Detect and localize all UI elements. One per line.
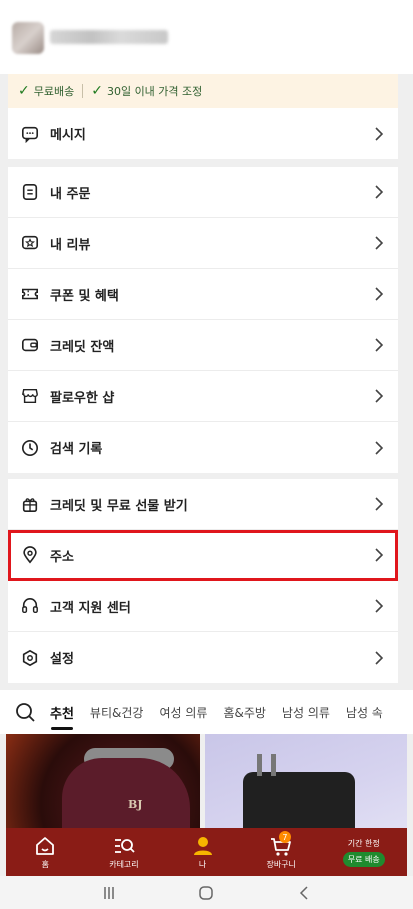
charger-prong [271,754,276,776]
tab-beauty-health[interactable]: 뷰티&건강 [90,704,144,721]
chevron-right-icon [375,389,384,403]
message-icon [20,124,40,144]
recent-apps-icon[interactable] [101,885,117,901]
check-icon: ✓ [18,83,30,99]
boot-logo: BJ [128,798,143,811]
tab-recommended[interactable]: 추천 [50,703,74,730]
location-pin-icon [20,545,40,565]
chevron-right-icon [375,440,384,455]
product-card-boot[interactable]: BJ [6,734,200,834]
chevron-right-icon [375,236,384,250]
chevron-right-icon [375,338,384,352]
headset-icon [20,596,40,616]
menu-label: 설정 [50,652,74,667]
category-search-icon [114,838,135,853]
menu-item-credit[interactable]: 크레딧 잔액 [8,320,398,371]
system-nav-bar [0,876,413,909]
nav-limited-promo[interactable]: 기간 한정 무료 배송 [321,828,407,876]
menu-item-reviews[interactable]: 내 리뷰 [8,218,398,269]
clock-icon [20,438,40,458]
chevron-right-icon [375,548,384,562]
person-icon [193,836,212,855]
tab-mens-clothing[interactable]: 남성 의류 [282,704,330,721]
menu-label: 메시지 [50,128,86,143]
menu-label: 팔로우한 샵 [50,390,115,406]
order-icon [20,182,40,202]
menu-label: 쿠폰 및 혜택 [50,288,119,304]
promo-title: 기간 한정 [347,838,380,848]
menu-item-search-history[interactable]: 검색 기록 [8,422,398,473]
search-icon[interactable] [14,701,36,723]
charger-image [243,772,355,834]
menu-item-address[interactable]: 주소 [8,530,398,581]
chevron-right-icon [375,650,384,665]
menu-item-customer-support[interactable]: 고객 지원 센터 [8,581,398,632]
coupon-icon [20,284,40,304]
promo-divider [82,84,84,98]
cart-badge: 7 [278,831,291,843]
nav-label: 장바구니 [266,859,296,869]
menu-label: 내 리뷰 [50,237,91,253]
menu-item-settings[interactable]: 설정 [8,632,398,683]
category-tabs: 추천 뷰티&건강 여성 의류 홈&주방 남성 의류 남성 속 [0,690,413,734]
avatar[interactable] [12,22,44,54]
chevron-right-icon [375,126,384,141]
boot-image [62,758,190,834]
menu-item-followed-shops[interactable]: 팔로우한 샵 [8,371,398,422]
gift-icon [20,494,40,514]
settings-hexagon-icon [20,648,40,668]
nav-cart[interactable]: 7 장바구니 [242,828,321,876]
free-shipping-tag: 무료 배송 [342,851,385,867]
nav-label: 카테고리 [109,859,139,869]
chevron-right-icon [375,599,384,613]
menu-label: 검색 기록 [50,442,103,457]
menu-item-free-gifts[interactable]: 크레딧 및 무료 선물 받기 [8,479,398,530]
menu-card-account: 내 주문 내 리뷰 쿠폰 및 혜택 크레딧 잔액 팔로우한 샵 검색 기록 [8,167,398,473]
product-card-charger[interactable] [205,734,407,834]
store-icon [20,386,40,406]
charger-prong [257,754,262,776]
home-icon [36,836,55,855]
back-icon[interactable] [296,885,312,901]
nav-me[interactable]: 나 [163,828,242,876]
menu-item-messages[interactable]: 메시지 [8,108,398,159]
tab-home-kitchen[interactable]: 홈&주방 [223,704,265,721]
menu-item-orders[interactable]: 내 주문 [8,167,398,218]
menu-label: 크레딧 및 무료 선물 받기 [50,498,188,514]
nav-label: 홈 [41,859,49,869]
tab-womens-clothing[interactable]: 여성 의류 [159,704,207,721]
wallet-icon [20,335,40,355]
tab-mens-underwear[interactable]: 남성 속 [346,704,383,721]
chevron-right-icon [375,185,384,199]
nav-category[interactable]: 카테고리 [85,828,164,876]
promo-free-shipping: 무료배송 [33,85,75,98]
nav-label: 나 [198,859,207,869]
profile-header[interactable] [0,0,413,74]
nav-home[interactable]: 홈 [6,828,85,876]
promo-banner: ✓ 무료배송 ✓ 30일 이내 가격 조정 [8,74,398,108]
menu-card-messages: 메시지 [8,108,398,159]
bottom-nav: 홈 카테고리 나 7 장바구니 기간 한정 무료 배송 [6,828,407,876]
menu-label: 주소 [50,549,74,565]
menu-label: 고객 지원 센터 [50,600,131,616]
menu-item-coupons[interactable]: 쿠폰 및 혜택 [8,269,398,320]
promo-price-adjust: 30일 이내 가격 조정 [106,85,203,98]
home-button-icon[interactable] [198,885,214,901]
username-blurred [50,30,168,44]
chevron-right-icon [375,497,384,511]
menu-label: 내 주문 [50,186,91,202]
check-icon: ✓ [91,83,103,99]
chevron-right-icon [375,287,384,301]
review-star-icon [20,233,40,253]
menu-card-more: 크레딧 및 무료 선물 받기 주소 고객 지원 센터 설정 [8,479,398,683]
menu-label: 크레딧 잔액 [50,339,115,355]
